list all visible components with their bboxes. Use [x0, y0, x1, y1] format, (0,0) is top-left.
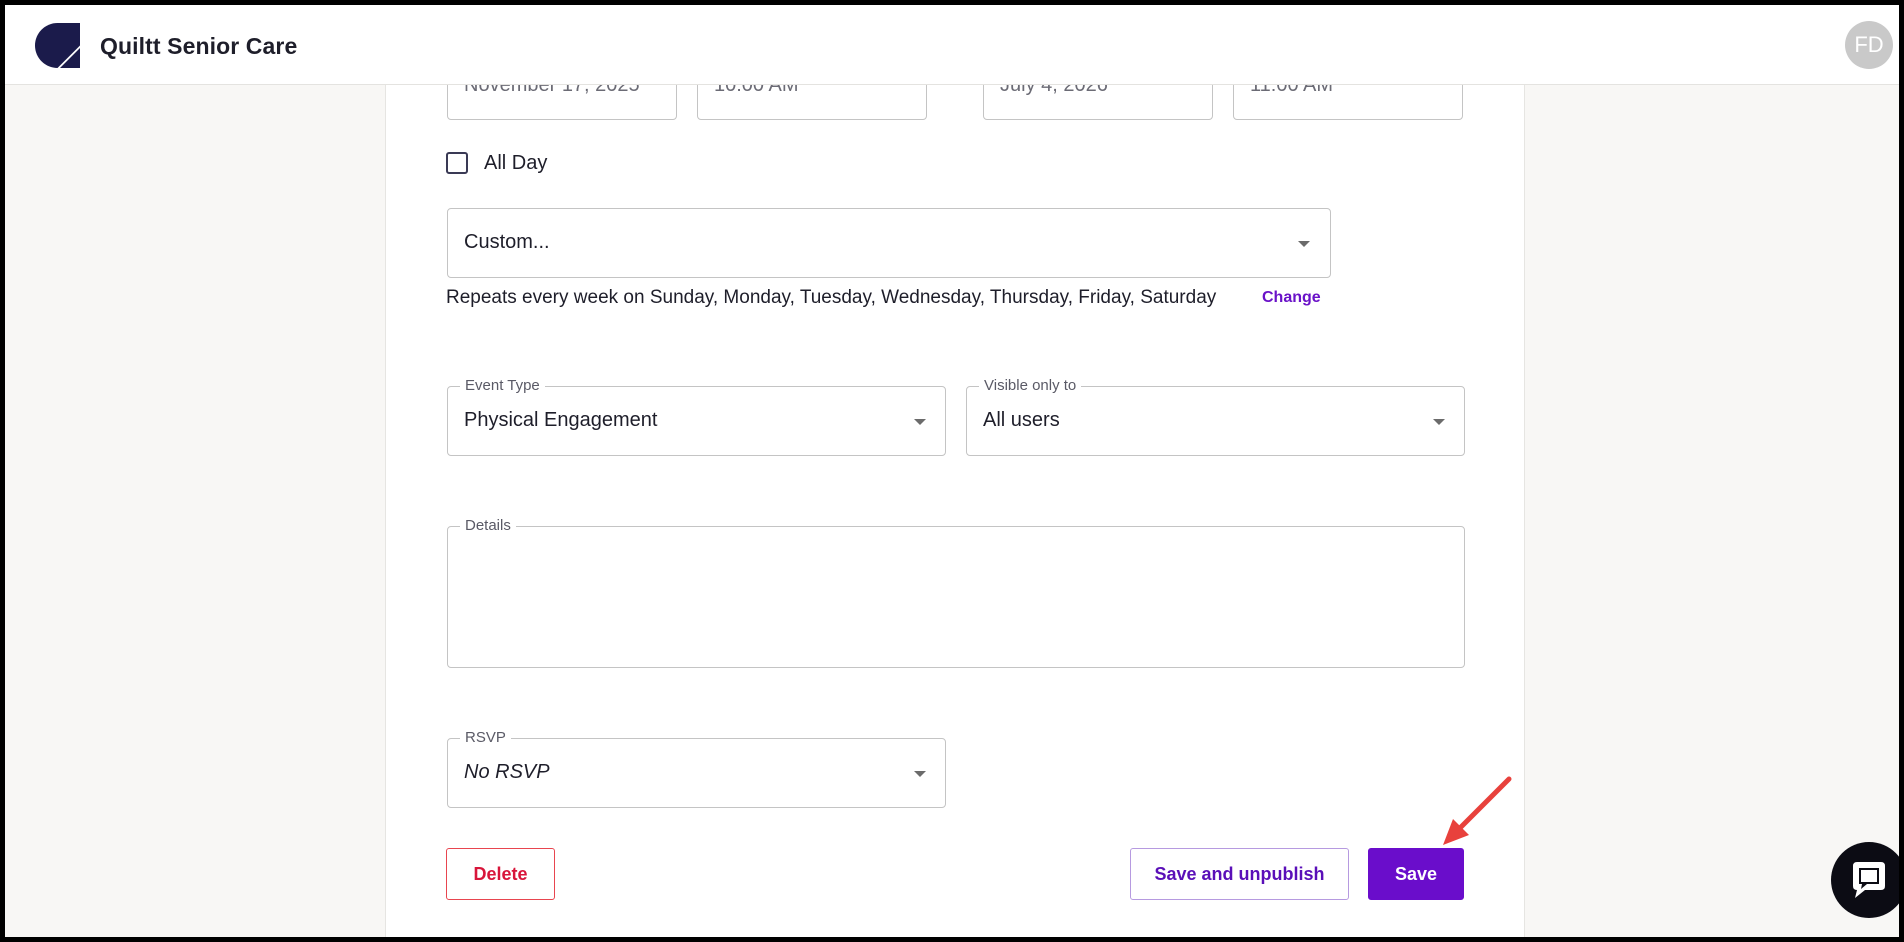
- chat-bubble-icon: [1853, 862, 1885, 898]
- recurrence-selected-value: Custom...: [464, 231, 550, 253]
- event-type-label: Event Type: [460, 377, 545, 394]
- delete-button[interactable]: Delete: [446, 848, 555, 900]
- top-app-bar: Quiltt Senior Care FD: [5, 5, 1899, 85]
- details-label: Details: [460, 517, 516, 534]
- save-button[interactable]: Save: [1368, 848, 1464, 900]
- details-textarea[interactable]: Details: [447, 517, 1465, 668]
- rsvp-select[interactable]: RSVP No RSVP: [447, 729, 946, 808]
- visibility-value: All users: [983, 409, 1060, 431]
- visibility-select[interactable]: Visible only to All users: [966, 377, 1465, 456]
- quiltt-logo-icon[interactable]: [35, 23, 80, 68]
- caret-down-icon: [914, 771, 926, 777]
- event-form-panel: November 17, 2025 10:00 AM July 4, 2026 …: [385, 5, 1525, 937]
- all-day-label: All Day: [484, 152, 548, 174]
- save-and-unpublish-button[interactable]: Save and unpublish: [1130, 848, 1349, 900]
- event-type-select[interactable]: Event Type Physical Engagement: [447, 377, 946, 456]
- red-arrow-icon: [1443, 776, 1512, 845]
- change-recurrence-link[interactable]: Change: [1262, 289, 1321, 307]
- visibility-label: Visible only to: [979, 377, 1082, 394]
- caret-down-icon: [1298, 241, 1310, 247]
- rsvp-label: RSVP: [460, 729, 511, 746]
- all-day-checkbox[interactable]: [446, 152, 468, 174]
- recurrence-select[interactable]: Custom...: [447, 208, 1331, 278]
- event-type-value: Physical Engagement: [464, 409, 658, 431]
- caret-down-icon: [1433, 419, 1445, 425]
- caret-down-icon: [914, 419, 926, 425]
- recurrence-summary: Repeats every week on Sunday, Monday, Tu…: [446, 287, 1217, 308]
- browser-viewport: Quiltt Senior Care FD November 17, 2025 …: [5, 5, 1899, 937]
- user-avatar[interactable]: FD: [1845, 21, 1893, 69]
- app-title: Quiltt Senior Care: [100, 33, 298, 59]
- rsvp-value: No RSVP: [464, 761, 550, 783]
- chat-widget-button[interactable]: [1831, 842, 1899, 918]
